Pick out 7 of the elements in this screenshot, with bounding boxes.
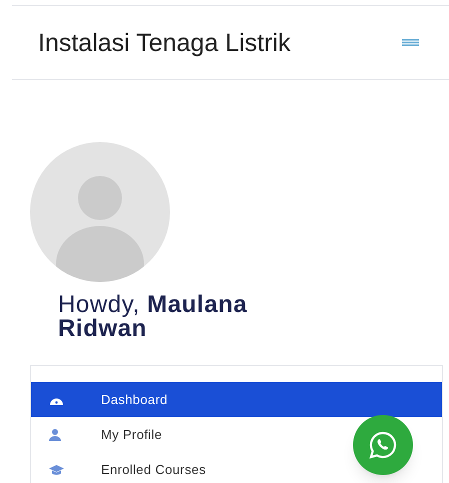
user-icon <box>49 428 61 440</box>
graduation-cap-icon <box>49 464 64 474</box>
greeting-text: Howdy, Maulana Ridwan <box>58 293 248 341</box>
whatsapp-icon <box>368 430 398 460</box>
avatar-icon <box>30 142 170 282</box>
page-title: Instalasi Tenaga Listrik <box>38 28 292 56</box>
menu-item[interactable]: Dashboard <box>31 382 442 417</box>
